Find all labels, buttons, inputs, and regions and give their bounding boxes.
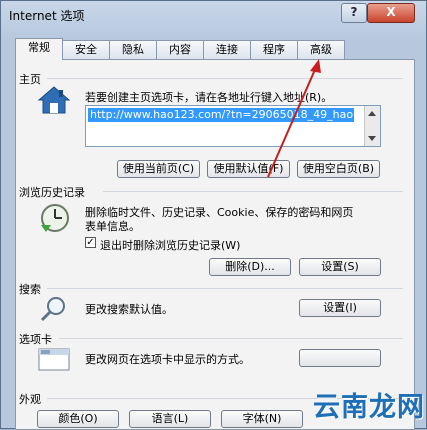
annotation-arrow <box>267 59 321 178</box>
watermark-logo: 云南龙网 <box>313 392 425 423</box>
tab-general[interactable]: 常规 <box>15 38 63 60</box>
internet-options-window: Internet 选项 ? X 常规 安全 隐私 内容 连接 程序 高级 主页 … <box>0 0 427 430</box>
